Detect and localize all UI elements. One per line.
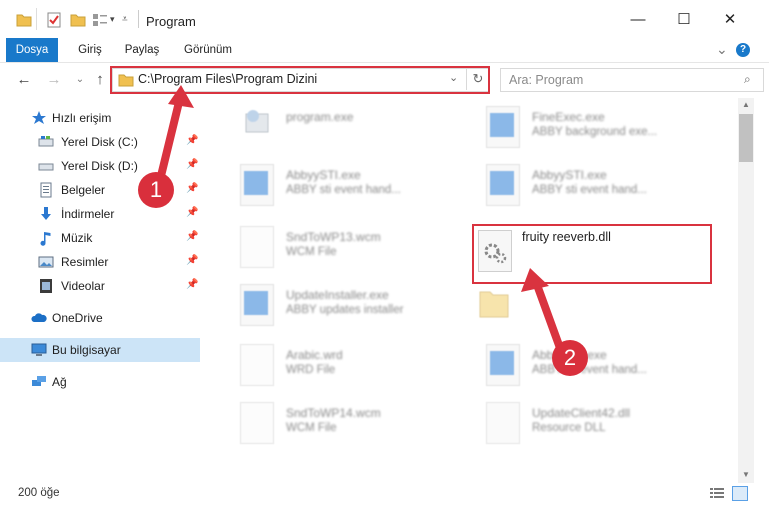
- annotation-arrows: [156, 85, 564, 352]
- scroll-down-icon[interactable]: ▼: [742, 470, 750, 479]
- item-count: 200 öğe: [18, 487, 60, 499]
- step-badge-1: 1: [138, 172, 174, 208]
- scroll-up-icon[interactable]: ▲: [742, 100, 750, 109]
- vertical-scrollbar[interactable]: ▲ ▼: [738, 98, 754, 483]
- scroll-thumb[interactable]: [739, 114, 753, 162]
- details-view-icon[interactable]: [710, 487, 724, 499]
- step-badge-2: 2: [552, 340, 588, 376]
- large-icons-view-icon[interactable]: [732, 486, 748, 501]
- status-bar: 200 öğe: [0, 483, 769, 507]
